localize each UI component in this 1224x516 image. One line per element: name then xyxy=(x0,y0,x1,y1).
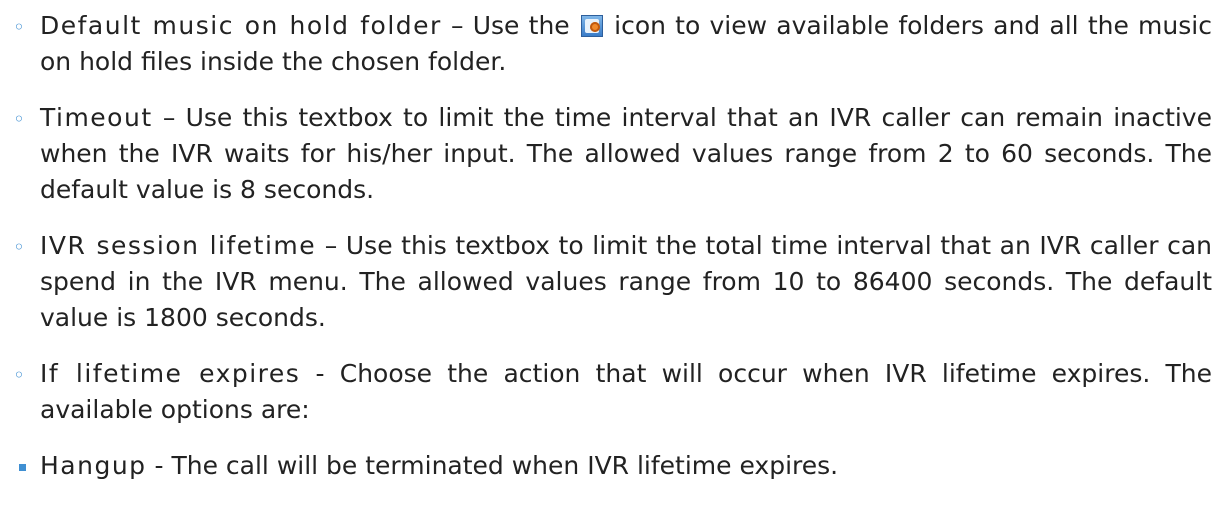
folder-browse-icon xyxy=(580,15,603,37)
term-label: Default music on hold folder xyxy=(40,11,442,40)
list-item-text: IVR session lifetime – Use this textbox … xyxy=(40,228,1212,336)
separator: – xyxy=(316,231,346,260)
bullet-square-icon xyxy=(19,464,26,471)
list-item-text: Default music on hold folder – Use the i… xyxy=(40,8,1212,80)
term-label: IVR session lifetime xyxy=(40,231,317,260)
term-label: If lifetime expires xyxy=(40,359,301,388)
separator: - xyxy=(146,451,172,480)
list-item-text: If lifetime expires - Choose the action … xyxy=(40,356,1212,428)
separator: – xyxy=(441,11,473,40)
description: Use this textbox to limit the time inter… xyxy=(40,103,1212,204)
description: The call will be terminated when IVR lif… xyxy=(171,451,839,480)
bullet-circle-icon: ◦ xyxy=(13,15,25,39)
term-label: Timeout xyxy=(40,103,153,132)
sub-list-item-text: Hangup - The call will be terminated whe… xyxy=(40,448,1212,484)
separator: – xyxy=(152,103,186,132)
term-label: Hangup xyxy=(40,451,147,480)
bullet-circle-icon: ◦ xyxy=(13,235,25,259)
separator: - xyxy=(300,359,340,388)
list-item-text: Timeout – Use this textbox to limit the … xyxy=(40,100,1212,208)
bullet-circle-icon: ◦ xyxy=(13,107,25,131)
bullet-circle-icon: ◦ xyxy=(13,363,25,387)
text-before-icon: Use the xyxy=(472,11,570,40)
